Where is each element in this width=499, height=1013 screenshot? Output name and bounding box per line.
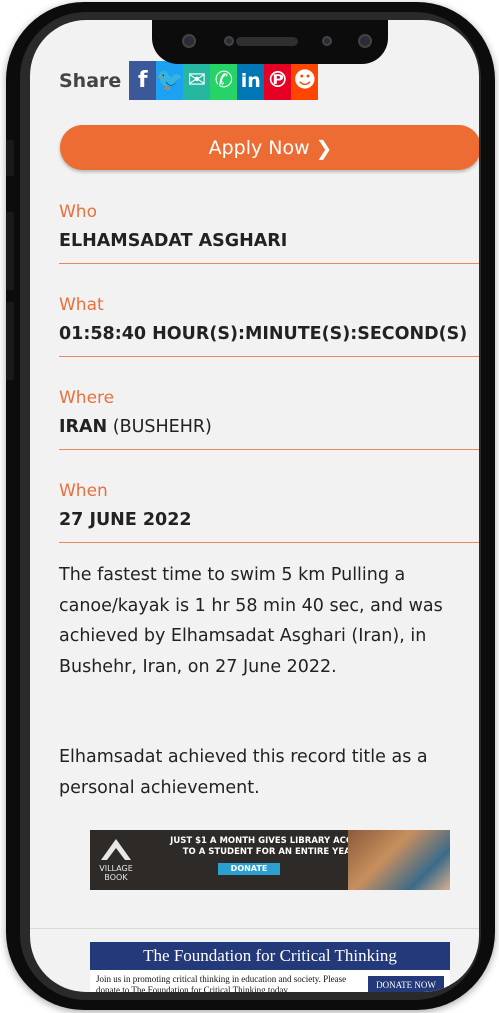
- achievement-note: Elhamsadat achieved this record title as…: [59, 747, 428, 798]
- share-label: Share: [59, 69, 122, 92]
- what-value: 01:58:40 HOUR(S):MINUTE(S):SECOND(S): [59, 324, 468, 344]
- village-book-logo: VILLAGE BOOK: [96, 836, 136, 884]
- field-what: What 01:58:40 HOUR(S):MINUTE(S):SECOND(S…: [59, 293, 479, 357]
- foundation-body: Join us in promoting critical thinking i…: [96, 974, 347, 992]
- share-buttons: f 🐦 ✉ ✆ in ℗ ☻: [129, 61, 319, 100]
- pinterest-icon[interactable]: ℗: [264, 61, 292, 100]
- sensor-dot: [224, 36, 234, 46]
- apply-now-label: Apply Now: [208, 136, 310, 159]
- whatsapp-icon[interactable]: ✆: [210, 61, 238, 100]
- what-label: What: [59, 295, 104, 315]
- phone-frame: Share f 🐦 ✉ ✆ in ℗ ☻ Apply Now ❯ Who ELHAMSADA…: [6, 2, 495, 1010]
- field-where: Where IRAN (BUSHEHR): [59, 386, 479, 450]
- field-who: Who ELHAMSADAT ASGHARI: [59, 200, 479, 264]
- front-camera: [358, 34, 372, 48]
- phone-screen: Share f 🐦 ✉ ✆ in ℗ ☻ Apply Now ❯ Who ELHAMSADA…: [30, 20, 479, 992]
- where-country: IRAN: [59, 417, 108, 437]
- volume-down-button: [6, 302, 14, 380]
- twitter-icon[interactable]: 🐦: [156, 61, 184, 100]
- donate-now-button[interactable]: DONATE NOW: [368, 976, 444, 992]
- critical-thinking-ad[interactable]: The Foundation for Critical Thinking Joi…: [90, 942, 450, 992]
- library-donate-button[interactable]: DONATE: [218, 863, 280, 875]
- facebook-icon[interactable]: f: [129, 61, 157, 100]
- volume-up-button: [6, 212, 14, 290]
- share-bar: Share f 🐦 ✉ ✆ in ℗ ☻: [59, 61, 319, 100]
- who-label: Who: [59, 202, 97, 222]
- when-value: 27 JUNE 2022: [59, 510, 192, 530]
- where-city: (BUSHEHR): [107, 417, 212, 437]
- chevron-right-icon: ❯: [315, 135, 333, 160]
- who-value: ELHAMSADAT ASGHARI: [59, 231, 288, 251]
- children-reading-photo: [348, 830, 450, 890]
- linkedin-icon[interactable]: in: [237, 61, 265, 100]
- email-icon[interactable]: ✉: [183, 61, 211, 100]
- record-description: The fastest time to swim 5 km Pulling a …: [59, 565, 443, 677]
- field-when: When 27 JUNE 2022: [59, 479, 479, 543]
- sensor-dot: [182, 34, 196, 48]
- when-label: When: [59, 481, 108, 501]
- foundation-title: The Foundation for Critical Thinking: [143, 946, 397, 965]
- mute-switch: [6, 140, 14, 176]
- phone-notch: [152, 20, 388, 64]
- house-icon: [101, 839, 131, 860]
- reddit-icon[interactable]: ☻: [291, 61, 319, 100]
- earpiece-speaker: [236, 37, 298, 46]
- where-value: IRAN (BUSHEHR): [59, 415, 479, 445]
- apply-now-button[interactable]: Apply Now ❯: [60, 125, 479, 170]
- where-label: Where: [59, 388, 115, 408]
- sensor-dot: [322, 36, 332, 46]
- library-ad-headline: JUST $1 A MONTH GIVES LIBRARY ACCESS TO …: [170, 836, 370, 857]
- library-donation-ad[interactable]: VILLAGE BOOK JUST $1 A MONTH GIVES LIBRA…: [90, 830, 450, 890]
- village-book-logo-text: VILLAGE BOOK: [99, 864, 133, 882]
- section-divider: [30, 928, 479, 929]
